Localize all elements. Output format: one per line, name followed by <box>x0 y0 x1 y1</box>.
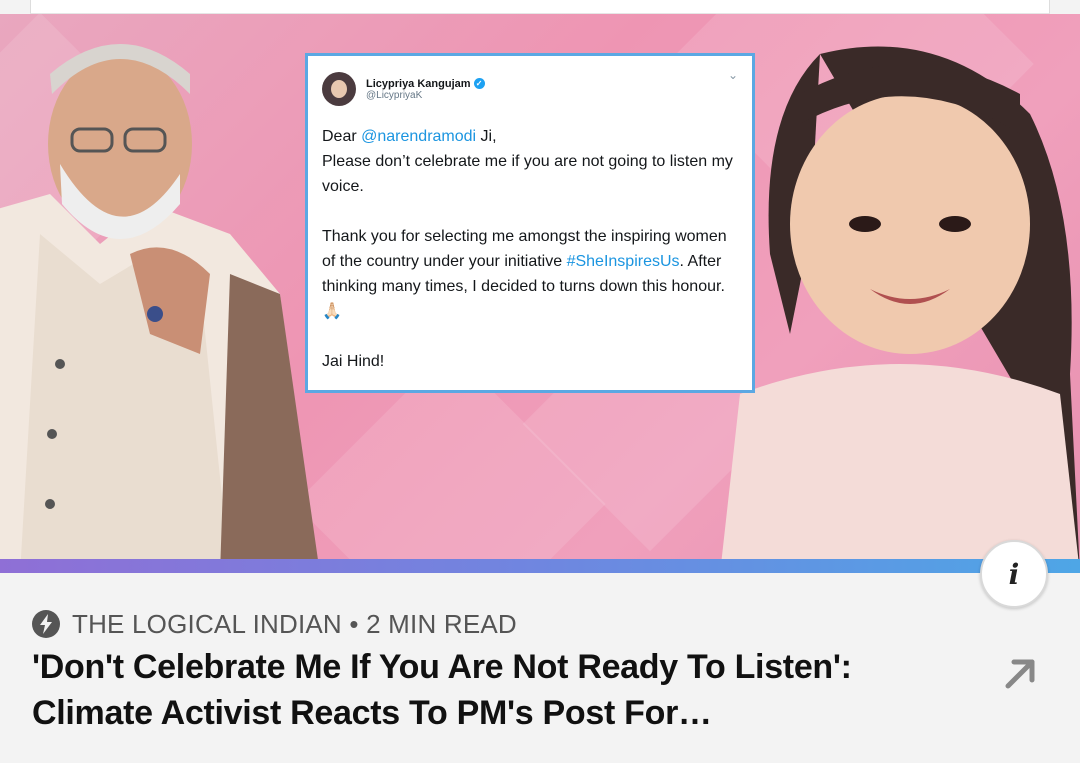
tweet-line-1: Please don’t celebrate me if you are not… <box>322 153 733 195</box>
chevron-down-icon: ⌄ <box>727 68 738 82</box>
girl-photo <box>721 46 1080 559</box>
tweet-hashtag: #SheInspiresUs <box>566 253 680 270</box>
previous-card-edge <box>0 0 1080 14</box>
arrow-up-right-icon[interactable] <box>1000 652 1040 692</box>
tweet-avatar <box>322 72 356 106</box>
image-accent-bar <box>0 559 1080 573</box>
tweet-header: Licypriya Kangujam ✓ @LicypriyaK ⌄ <box>322 68 738 110</box>
article-source: THE LOGICAL INDIAN <box>72 608 342 639</box>
article-headline[interactable]: 'Don't Celebrate Me If You Are Not Ready… <box>32 644 972 736</box>
tweet-handle: @LicypriyaK <box>366 89 423 101</box>
tweet-author-name: Licypriya Kangujam <box>366 77 471 90</box>
tweet-mention: @narendramodi <box>361 128 477 145</box>
tweet-card: Licypriya Kangujam ✓ @LicypriyaK ⌄ Dear … <box>305 53 755 393</box>
verified-badge-icon: ✓ <box>473 78 485 89</box>
tweet-greeting-suffix: Ji, <box>476 128 497 145</box>
meta-separator: • <box>341 608 367 639</box>
tweet-signoff: Jai Hind! <box>322 353 385 370</box>
article-hero-image[interactable]: Licypriya Kangujam ✓ @LicypriyaK ⌄ Dear … <box>0 14 1080 559</box>
man-photo <box>0 44 318 559</box>
info-icon: i <box>1008 557 1020 591</box>
tweet-greeting: Dear <box>322 128 362 145</box>
article-read-time: 2 MIN READ <box>366 608 517 639</box>
info-button[interactable]: i <box>980 540 1048 608</box>
tweet-text: Dear @narendramodi Ji, Please don’t cele… <box>322 124 738 374</box>
bolt-icon <box>32 610 60 638</box>
article-meta: THE LOGICAL INDIAN • 2 MIN READ <box>32 608 517 640</box>
